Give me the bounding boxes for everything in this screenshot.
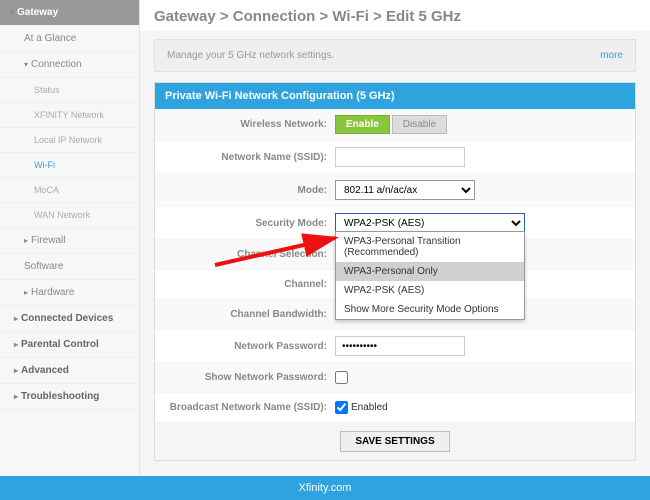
- label-channel: Channel:: [165, 279, 335, 290]
- row-save: SAVE SETTINGS: [155, 423, 635, 460]
- label-security-mode: Security Mode:: [165, 218, 335, 229]
- broadcast-checkbox[interactable]: [335, 401, 348, 414]
- nav-xfinity-network[interactable]: XFINITY Network: [0, 103, 139, 128]
- row-ssid: Network Name (SSID):: [155, 141, 635, 174]
- nav-wifi[interactable]: Wi-Fi: [0, 153, 139, 178]
- nav-local-ip[interactable]: Local IP Network: [0, 128, 139, 153]
- label-ssid: Network Name (SSID):: [165, 152, 335, 163]
- nav-connected-devices[interactable]: Connected Devices: [0, 306, 139, 332]
- row-mode: Mode: 802.11 a/n/ac/ax: [155, 174, 635, 207]
- row-wireless-network: Wireless Network: Enable Disable: [155, 109, 635, 141]
- security-mode-dropdown: WPA3-Personal Transition (Recommended) W…: [335, 231, 525, 320]
- row-show-password: Show Network Password:: [155, 363, 635, 393]
- nav-gateway[interactable]: Gateway: [0, 0, 139, 26]
- nav-moca[interactable]: MoCA: [0, 178, 139, 203]
- row-security-mode: Security Mode: WPA2-PSK (AES) WPA3-Perso…: [155, 207, 635, 240]
- security-mode-select[interactable]: WPA2-PSK (AES): [335, 213, 525, 233]
- nav-parental[interactable]: Parental Control: [0, 332, 139, 358]
- label-mode: Mode:: [165, 185, 335, 196]
- show-password-checkbox[interactable]: [335, 371, 348, 384]
- label-show-password: Show Network Password:: [165, 372, 335, 383]
- mode-select[interactable]: 802.11 a/n/ac/ax: [335, 180, 475, 200]
- nav-wan[interactable]: WAN Network: [0, 203, 139, 228]
- label-password: Network Password:: [165, 341, 335, 352]
- more-link[interactable]: more: [600, 50, 623, 61]
- nav-at-a-glance[interactable]: At a Glance: [0, 26, 139, 52]
- nav-status[interactable]: Status: [0, 78, 139, 103]
- row-password: Network Password:: [155, 330, 635, 363]
- label-channel-bandwidth: Channel Bandwidth:: [165, 309, 335, 320]
- nav-connection[interactable]: Connection: [0, 52, 139, 78]
- panel-header: Private Wi-Fi Network Configuration (5 G…: [155, 83, 635, 109]
- enable-button[interactable]: Enable: [335, 115, 390, 134]
- save-settings-button[interactable]: SAVE SETTINGS: [340, 431, 449, 452]
- label-broadcast: Broadcast Network Name (SSID):: [165, 402, 335, 413]
- main-content: Gateway > Connection > Wi-Fi > Edit 5 GH…: [140, 0, 650, 476]
- label-channel-selection: Channel Selection:: [165, 249, 335, 260]
- sidebar: Gateway At a Glance Connection Status XF…: [0, 0, 140, 476]
- nav-advanced[interactable]: Advanced: [0, 358, 139, 384]
- nav-hardware[interactable]: Hardware: [0, 280, 139, 306]
- config-panel: Private Wi-Fi Network Configuration (5 G…: [154, 82, 636, 461]
- security-option-show-more[interactable]: Show More Security Mode Options: [336, 300, 524, 319]
- password-input[interactable]: [335, 336, 465, 356]
- description-bar: Manage your 5 GHz network settings. more: [154, 39, 636, 72]
- nav-software[interactable]: Software: [0, 254, 139, 280]
- breadcrumb: Gateway > Connection > Wi-Fi > Edit 5 GH…: [140, 0, 650, 31]
- security-option-wpa3-only[interactable]: WPA3-Personal Only: [336, 262, 524, 281]
- broadcast-enabled-text: Enabled: [351, 402, 388, 413]
- ssid-input[interactable]: [335, 147, 465, 167]
- security-option-wpa3-transition[interactable]: WPA3-Personal Transition (Recommended): [336, 232, 524, 262]
- row-broadcast: Broadcast Network Name (SSID): Enabled: [155, 393, 635, 423]
- label-wireless-network: Wireless Network:: [165, 119, 335, 130]
- nav-troubleshooting[interactable]: Troubleshooting: [0, 384, 139, 410]
- security-option-wpa2-psk[interactable]: WPA2-PSK (AES): [336, 281, 524, 300]
- nav-firewall[interactable]: Firewall: [0, 228, 139, 254]
- description-text: Manage your 5 GHz network settings.: [167, 50, 334, 61]
- disable-button[interactable]: Disable: [392, 115, 447, 134]
- footer[interactable]: Xfinity.com: [0, 476, 650, 500]
